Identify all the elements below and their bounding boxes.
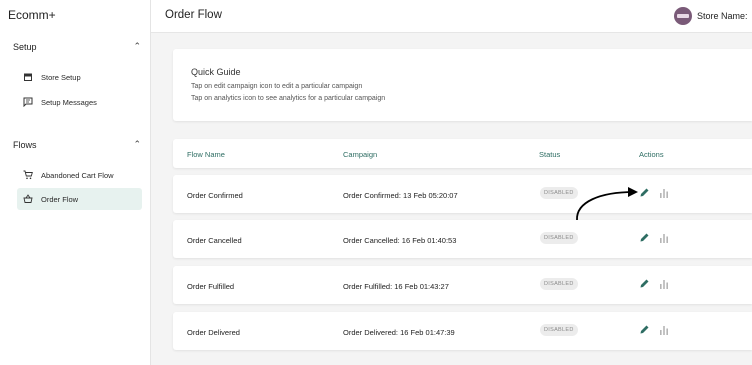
sidebar-item-abandoned-cart-flow[interactable]: Abandoned Cart Flow	[17, 164, 142, 186]
quick-guide-line: Tap on edit campaign icon to edit a part…	[191, 83, 363, 90]
sidebar-item-label: Order Flow	[41, 194, 79, 204]
column-header-actions: Actions	[639, 150, 664, 159]
sidebar-item-setup-messages[interactable]: Setup Messages	[17, 91, 142, 113]
quick-guide-title: Quick Guide	[191, 67, 241, 77]
quick-guide-card: Quick Guide Tap on edit campaign icon to…	[173, 49, 752, 121]
table-row: Order Confirmed Order Confirmed: 13 Feb …	[173, 175, 752, 213]
campaign-name: Order Fulfilled: 16 Feb 01:43:27	[343, 282, 449, 291]
column-header-flow-name: Flow Name	[187, 150, 225, 159]
store-name-label[interactable]: Store Name:	[697, 11, 748, 21]
table-row: Order Delivered Order Delivered: 16 Feb …	[173, 312, 752, 350]
analytics-icon[interactable]	[659, 233, 669, 243]
chevron-up-icon[interactable]: ⌃	[133, 139, 141, 150]
cart-icon	[23, 170, 33, 180]
section-header-setup[interactable]: Setup ⌃	[13, 41, 143, 52]
edit-icon[interactable]	[639, 278, 650, 289]
table-header: Flow Name Campaign Status Actions	[173, 139, 752, 168]
store-icon	[24, 73, 32, 81]
table-row: Order Fulfilled Order Fulfilled: 16 Feb …	[173, 266, 752, 304]
sidebar-item-store-setup[interactable]: Store Setup	[17, 66, 142, 88]
table-row: Order Cancelled Order Cancelled: 16 Feb …	[173, 220, 752, 258]
sidebar-item-label: Setup Messages	[41, 97, 97, 107]
sidebar-item-label: Store Setup	[41, 72, 81, 82]
page-title: Order Flow	[165, 9, 222, 21]
campaign-name: Order Delivered: 16 Feb 01:47:39	[343, 328, 455, 337]
flow-name: Order Delivered	[187, 328, 240, 337]
analytics-icon[interactable]	[659, 279, 669, 289]
status-badge: DISABLED	[540, 232, 578, 244]
section-header-flows[interactable]: Flows ⌃	[13, 139, 143, 150]
sidebar-item-order-flow[interactable]: Order Flow	[17, 188, 142, 210]
chevron-up-icon[interactable]: ⌃	[133, 41, 141, 52]
section-title: Setup	[13, 42, 37, 52]
status-badge: DISABLED	[540, 324, 578, 336]
basket-icon	[23, 194, 33, 203]
analytics-icon[interactable]	[659, 325, 669, 335]
edit-icon[interactable]	[639, 324, 650, 335]
flow-name: Order Fulfilled	[187, 282, 235, 291]
campaign-name: Order Cancelled: 16 Feb 01:40:53	[343, 236, 457, 245]
edit-icon[interactable]	[639, 232, 650, 243]
sidebar: Ecomm+ Setup ⌃ Store Setup Setup Message…	[0, 0, 151, 365]
section-title: Flows	[13, 140, 37, 150]
column-header-campaign: Campaign	[343, 150, 378, 159]
flow-name: Order Confirmed	[187, 191, 243, 200]
top-bar: Order Flow Store Name:	[151, 0, 752, 33]
column-header-status: Status	[539, 150, 561, 159]
message-icon	[23, 97, 33, 107]
status-badge: DISABLED	[540, 278, 578, 290]
analytics-icon[interactable]	[659, 188, 669, 198]
quick-guide-line: Tap on analytics icon to see analytics f…	[191, 95, 386, 102]
store-avatar[interactable]	[674, 7, 692, 25]
campaign-name: Order Confirmed: 13 Feb 05:20:07	[343, 191, 458, 200]
annotation-arrow-icon	[576, 187, 638, 221]
app-logo-text: Ecomm+	[8, 8, 56, 22]
flow-name: Order Cancelled	[187, 236, 242, 245]
sidebar-item-label: Abandoned Cart Flow	[41, 170, 114, 180]
